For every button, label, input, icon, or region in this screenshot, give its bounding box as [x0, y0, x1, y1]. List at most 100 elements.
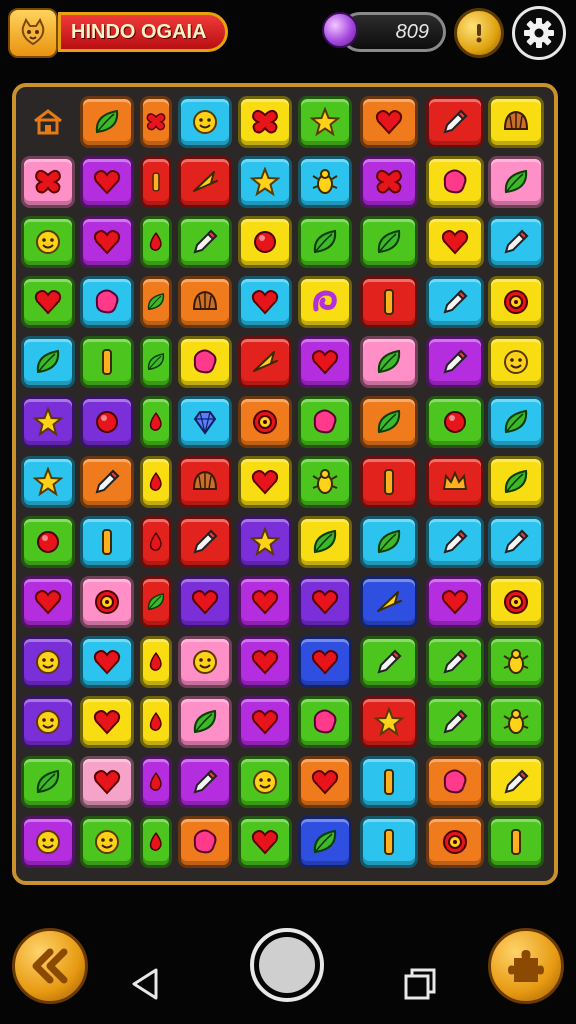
game-tile[interactable]: [178, 816, 232, 868]
game-tile[interactable]: [140, 636, 172, 688]
game-tile[interactable]: [426, 576, 484, 628]
game-tile[interactable]: [80, 696, 134, 748]
game-tile[interactable]: [21, 396, 75, 448]
game-tile[interactable]: [178, 696, 232, 748]
game-tile[interactable]: [298, 756, 352, 808]
game-tile[interactable]: [140, 456, 172, 508]
game-tile[interactable]: [238, 396, 292, 448]
game-tile[interactable]: [360, 756, 418, 808]
game-tile[interactable]: [80, 816, 134, 868]
game-tile[interactable]: [21, 696, 75, 748]
game-tile[interactable]: [178, 336, 232, 388]
game-tile[interactable]: [298, 816, 352, 868]
game-tile[interactable]: [488, 696, 544, 748]
game-tile[interactable]: [298, 216, 352, 268]
game-tile[interactable]: [21, 336, 75, 388]
game-tile[interactable]: [426, 636, 484, 688]
game-tile[interactable]: [488, 456, 544, 508]
game-tile[interactable]: [80, 456, 134, 508]
game-tile[interactable]: [140, 816, 172, 868]
game-tile[interactable]: [298, 456, 352, 508]
game-tile[interactable]: [488, 396, 544, 448]
game-tile[interactable]: [298, 576, 352, 628]
game-tile[interactable]: [80, 216, 134, 268]
nav-home-button[interactable]: [250, 928, 324, 1002]
game-tile[interactable]: [426, 216, 484, 268]
game-tile[interactable]: [21, 636, 75, 688]
game-tile[interactable]: [298, 696, 352, 748]
game-tile[interactable]: [426, 336, 484, 388]
puzzle-hint-button[interactable]: [488, 928, 564, 1004]
profile-avatar-button[interactable]: [8, 8, 58, 58]
game-tile[interactable]: [80, 156, 134, 208]
game-tile[interactable]: [238, 276, 292, 328]
game-tile[interactable]: [140, 96, 172, 148]
game-tile[interactable]: [80, 756, 134, 808]
game-tile[interactable]: [298, 156, 352, 208]
game-tile[interactable]: [488, 276, 544, 328]
game-tile[interactable]: [140, 756, 172, 808]
game-tile[interactable]: [238, 576, 292, 628]
game-tile[interactable]: [80, 396, 134, 448]
game-tile[interactable]: [298, 516, 352, 568]
game-tile[interactable]: [360, 276, 418, 328]
game-tile[interactable]: [21, 156, 75, 208]
game-tile[interactable]: [238, 96, 292, 148]
game-tile[interactable]: [298, 276, 352, 328]
game-tile[interactable]: [178, 216, 232, 268]
game-tile[interactable]: [21, 576, 75, 628]
game-tile[interactable]: [80, 276, 134, 328]
game-tile[interactable]: [238, 336, 292, 388]
game-tile[interactable]: [238, 756, 292, 808]
game-tile[interactable]: [360, 576, 418, 628]
game-tile[interactable]: [178, 456, 232, 508]
game-tile[interactable]: [238, 216, 292, 268]
game-tile[interactable]: [360, 396, 418, 448]
back-button[interactable]: [12, 928, 88, 1004]
game-tile[interactable]: [140, 576, 172, 628]
game-tile[interactable]: [178, 576, 232, 628]
game-tile[interactable]: [488, 336, 544, 388]
game-tile[interactable]: [80, 636, 134, 688]
game-tile[interactable]: [178, 516, 232, 568]
game-tile[interactable]: [140, 696, 172, 748]
game-tile[interactable]: [178, 156, 232, 208]
coin-button[interactable]: [454, 8, 504, 58]
game-tile[interactable]: [360, 336, 418, 388]
game-tile[interactable]: [178, 636, 232, 688]
game-tile[interactable]: [426, 816, 484, 868]
game-tile[interactable]: [238, 156, 292, 208]
game-tile[interactable]: [426, 96, 484, 148]
game-tile[interactable]: [426, 696, 484, 748]
game-tile[interactable]: [360, 216, 418, 268]
game-tile[interactable]: [21, 816, 75, 868]
game-tile[interactable]: [178, 96, 232, 148]
nav-recent-apps-icon[interactable]: [402, 966, 438, 1002]
game-tile[interactable]: [360, 456, 418, 508]
game-tile[interactable]: [140, 156, 172, 208]
game-tile[interactable]: [426, 756, 484, 808]
game-tile[interactable]: [178, 396, 232, 448]
game-tile[interactable]: [360, 516, 418, 568]
game-tile[interactable]: [178, 276, 232, 328]
game-tile[interactable]: [140, 396, 172, 448]
game-tile[interactable]: [298, 96, 352, 148]
game-tile[interactable]: [488, 636, 544, 688]
game-tile[interactable]: [360, 96, 418, 148]
game-tile[interactable]: [426, 156, 484, 208]
home-tile[interactable]: [21, 96, 75, 148]
game-tile[interactable]: [238, 456, 292, 508]
game-tile[interactable]: [360, 696, 418, 748]
game-tile[interactable]: [488, 216, 544, 268]
game-tile[interactable]: [80, 96, 134, 148]
game-tile[interactable]: [238, 636, 292, 688]
game-tile[interactable]: [488, 756, 544, 808]
game-tile[interactable]: [21, 276, 75, 328]
game-tile[interactable]: [360, 816, 418, 868]
game-tile[interactable]: [360, 156, 418, 208]
game-tile[interactable]: [21, 456, 75, 508]
game-tile[interactable]: [488, 576, 544, 628]
game-tile[interactable]: [21, 756, 75, 808]
game-tile[interactable]: [80, 336, 134, 388]
game-tile[interactable]: [426, 396, 484, 448]
